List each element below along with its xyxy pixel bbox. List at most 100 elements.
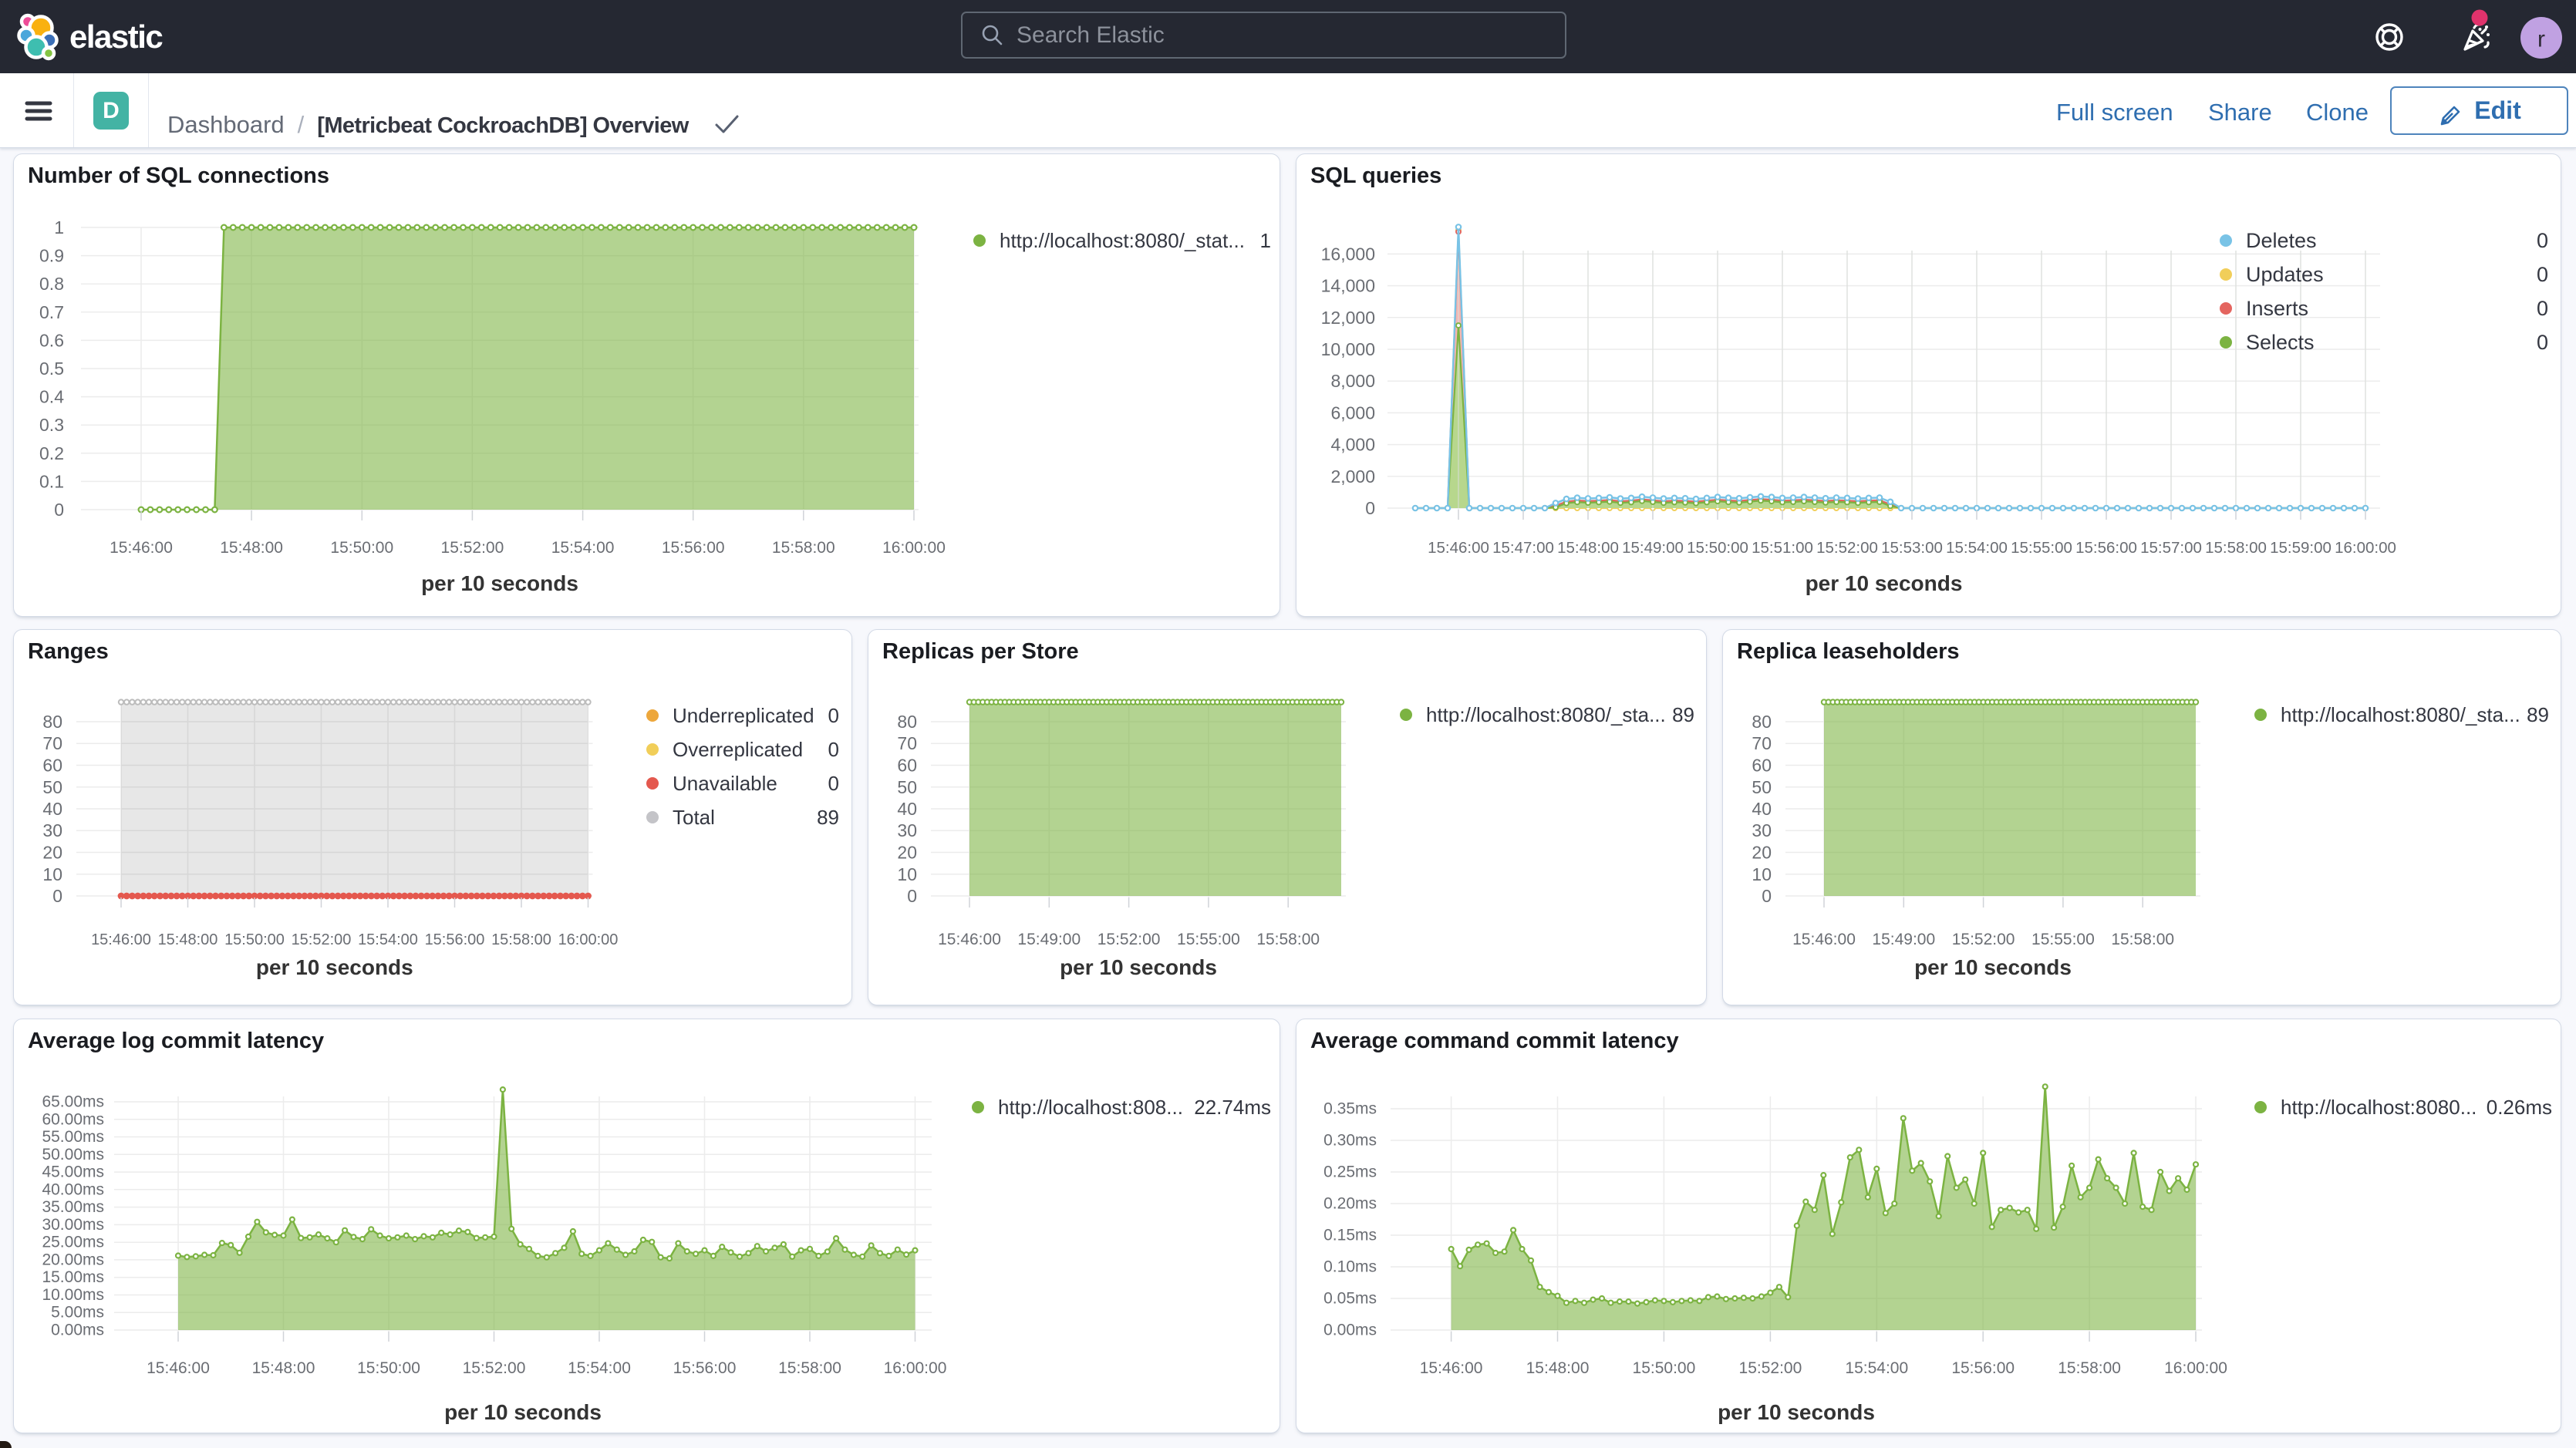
svg-text:0.25ms: 0.25ms: [1323, 1163, 1377, 1181]
svg-text:70: 70: [1752, 733, 1772, 753]
svg-text:http://localhost:8080...: http://localhost:8080...: [2281, 1096, 2477, 1119]
svg-text:25.00ms: 25.00ms: [42, 1234, 104, 1251]
svg-text:15:50:00: 15:50:00: [357, 1359, 420, 1377]
svg-text:0: 0: [1762, 886, 1772, 906]
svg-text:per 10 seconds: per 10 seconds: [1718, 1400, 1875, 1424]
svg-text:4,000: 4,000: [1330, 435, 1375, 455]
svg-text:45.00ms: 45.00ms: [42, 1163, 104, 1181]
svg-text:15:52:00: 15:52:00: [1952, 931, 2015, 948]
svg-text:15:48:00: 15:48:00: [158, 931, 218, 948]
svg-text:15:46:00: 15:46:00: [1792, 931, 1856, 948]
svg-text:6,000: 6,000: [1330, 402, 1375, 423]
svg-text:15:58:00: 15:58:00: [1256, 931, 1320, 948]
svg-text:0.15ms: 0.15ms: [1323, 1227, 1377, 1244]
svg-text:Total: Total: [673, 806, 715, 829]
svg-text:30.00ms: 30.00ms: [42, 1216, 104, 1234]
svg-text:15:46:00: 15:46:00: [1420, 1359, 1483, 1377]
svg-text:50: 50: [897, 777, 917, 797]
svg-text:14,000: 14,000: [1321, 276, 1375, 296]
svg-text:Updates: Updates: [2246, 263, 2324, 286]
svg-text:80: 80: [42, 712, 62, 732]
svg-text:15:48:00: 15:48:00: [1557, 539, 1619, 557]
svg-text:0.20ms: 0.20ms: [1323, 1195, 1377, 1213]
svg-text:0.8: 0.8: [39, 274, 64, 294]
svg-text:15:55:00: 15:55:00: [2011, 539, 2072, 557]
svg-text:15:55:00: 15:55:00: [2031, 931, 2095, 948]
svg-text:1: 1: [1260, 229, 1271, 252]
svg-text:per 10 seconds: per 10 seconds: [1060, 955, 1217, 979]
svg-text:16:00:00: 16:00:00: [558, 931, 619, 948]
svg-text:0.00ms: 0.00ms: [51, 1322, 104, 1339]
svg-text:15:52:00: 15:52:00: [463, 1359, 526, 1377]
svg-text:0: 0: [828, 772, 839, 795]
svg-text:per 10 seconds: per 10 seconds: [1806, 571, 1963, 595]
svg-text:20: 20: [897, 843, 917, 863]
svg-text:0.05ms: 0.05ms: [1323, 1290, 1377, 1308]
svg-text:15:58:00: 15:58:00: [772, 539, 835, 557]
svg-text:16,000: 16,000: [1321, 244, 1375, 264]
svg-text:70: 70: [897, 733, 917, 753]
svg-text:15:48:00: 15:48:00: [220, 539, 283, 557]
svg-text:15:49:00: 15:49:00: [1872, 931, 1935, 948]
svg-text:0: 0: [2537, 331, 2548, 354]
svg-text:20: 20: [1752, 843, 1772, 863]
svg-text:50.00ms: 50.00ms: [42, 1146, 104, 1163]
svg-text:15:49:00: 15:49:00: [1017, 931, 1081, 948]
svg-text:Underreplicated: Underreplicated: [673, 704, 814, 727]
svg-text:40: 40: [897, 799, 917, 819]
svg-text:15:58:00: 15:58:00: [2111, 931, 2174, 948]
svg-text:15:46:00: 15:46:00: [1428, 539, 1489, 557]
svg-text:15:46:00: 15:46:00: [91, 931, 151, 948]
svg-text:15:58:00: 15:58:00: [2058, 1359, 2121, 1377]
svg-text:0.3: 0.3: [39, 415, 64, 435]
svg-text:Deletes: Deletes: [2246, 229, 2317, 252]
svg-text:35.00ms: 35.00ms: [42, 1198, 104, 1216]
svg-text:15:55:00: 15:55:00: [1177, 931, 1240, 948]
svg-text:60: 60: [897, 756, 917, 776]
svg-text:15:54:00: 15:54:00: [551, 539, 615, 557]
svg-text:15:58:00: 15:58:00: [778, 1359, 841, 1377]
svg-text:40: 40: [42, 799, 62, 819]
svg-text:15:48:00: 15:48:00: [252, 1359, 315, 1377]
svg-text:30: 30: [897, 820, 917, 840]
svg-text:20: 20: [42, 843, 62, 863]
svg-text:15:51:00: 15:51:00: [1752, 539, 1813, 557]
svg-text:http://localhost:8080/_sta...: http://localhost:8080/_sta...: [2281, 703, 2520, 726]
svg-text:15:46:00: 15:46:00: [147, 1359, 210, 1377]
svg-text:0.00ms: 0.00ms: [1323, 1322, 1377, 1339]
svg-text:10: 10: [1752, 864, 1772, 884]
svg-text:15:46:00: 15:46:00: [110, 539, 173, 557]
svg-text:0.9: 0.9: [39, 246, 64, 266]
svg-text:15:50:00: 15:50:00: [330, 539, 393, 557]
svg-text:89: 89: [817, 806, 839, 829]
svg-text:Inserts: Inserts: [2246, 297, 2308, 320]
svg-text:http://localhost:8080/_sta...: http://localhost:8080/_sta...: [1426, 703, 1666, 726]
svg-text:10: 10: [897, 864, 917, 884]
svg-text:15:56:00: 15:56:00: [673, 1359, 737, 1377]
svg-text:12,000: 12,000: [1321, 308, 1375, 328]
svg-text:30: 30: [42, 820, 62, 840]
svg-text:0: 0: [52, 886, 62, 906]
svg-text:Unavailable: Unavailable: [673, 772, 777, 795]
svg-text:16:00:00: 16:00:00: [2335, 539, 2396, 557]
svg-text:15:52:00: 15:52:00: [1816, 539, 1878, 557]
svg-text:40: 40: [1752, 799, 1772, 819]
svg-text:15.00ms: 15.00ms: [42, 1268, 104, 1286]
svg-text:15:54:00: 15:54:00: [1946, 539, 2008, 557]
svg-text:15:56:00: 15:56:00: [2075, 539, 2137, 557]
svg-text:15:57:00: 15:57:00: [2140, 539, 2202, 557]
svg-text:2,000: 2,000: [1330, 466, 1375, 487]
svg-text:0.1: 0.1: [39, 471, 64, 491]
svg-text:0: 0: [2537, 229, 2548, 252]
svg-text:89: 89: [1672, 703, 1694, 726]
svg-text:0.6: 0.6: [39, 330, 64, 350]
svg-text:15:52:00: 15:52:00: [292, 931, 352, 948]
svg-text:per 10 seconds: per 10 seconds: [421, 571, 578, 595]
svg-text:80: 80: [897, 712, 917, 732]
svg-text:15:58:00: 15:58:00: [2205, 539, 2267, 557]
svg-text:15:53:00: 15:53:00: [1881, 539, 1943, 557]
svg-text:10.00ms: 10.00ms: [42, 1286, 104, 1304]
svg-text:15:59:00: 15:59:00: [2270, 539, 2332, 557]
svg-text:0: 0: [2537, 297, 2548, 320]
svg-text:15:46:00: 15:46:00: [938, 931, 1001, 948]
